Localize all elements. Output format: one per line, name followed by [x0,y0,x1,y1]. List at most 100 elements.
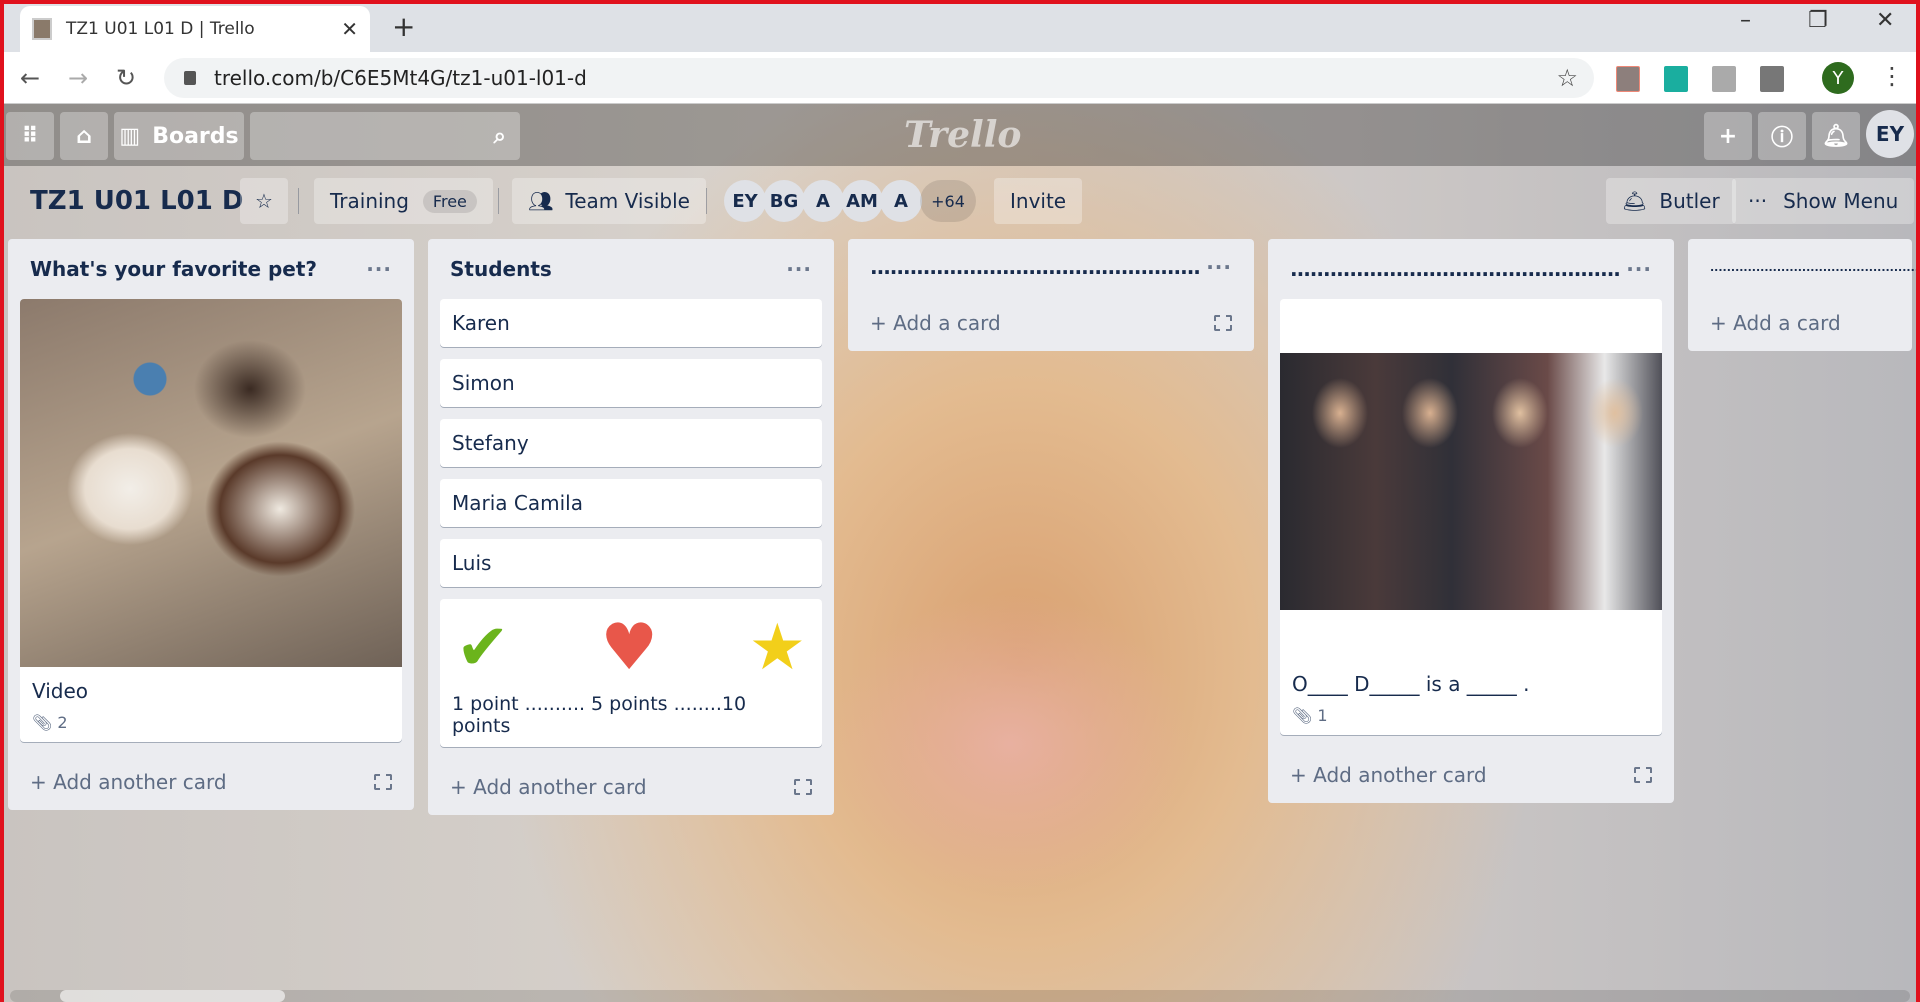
list-students: Students ··· Karen Simon Stefany Maria Ca… [428,239,834,815]
forward-icon[interactable]: → [68,64,88,92]
horizontal-scrollbar[interactable] [10,990,1910,1002]
member-avatar[interactable]: A [880,180,922,222]
member-avatar[interactable]: A [802,180,844,222]
add-card-button[interactable]: + Add another card [1268,747,1674,803]
address-bar-row: ← → ↻ trello.com/b/C6E5Mt4G/tz1-u01-l01-… [0,52,1920,104]
url-input[interactable]: trello.com/b/C6E5Mt4G/tz1-u01-l01-d ☆ [164,58,1594,98]
scrollbar-thumb[interactable] [60,990,285,1002]
card-student[interactable]: Karen [440,299,822,347]
member-avatar[interactable]: BG [763,180,805,222]
list-menu-icon[interactable]: ··· [366,257,392,281]
window-close-icon[interactable]: ✕ [1876,8,1894,33]
more-members-badge[interactable]: +64 [920,180,976,222]
add-card-label: Add another card [53,770,227,794]
paperclip-icon: 📎︎ [1292,706,1313,725]
create-icon[interactable]: + [1704,112,1752,160]
add-card-label: Add a card [1733,311,1841,335]
card-title: Video [32,679,89,703]
show-menu-button[interactable]: ··· Show Menu [1732,178,1915,224]
list-title[interactable]: ........................................… [1710,261,1919,274]
more-icon: ··· [1748,189,1768,213]
trello-logo[interactable]: Trello [904,114,1021,156]
list-title[interactable]: ........................................… [1290,257,1621,281]
visibility-button[interactable]: 👥︎ Team Visible [512,178,706,224]
plus-icon: + [30,770,47,794]
add-card-label: Add a card [893,311,1001,335]
team-label: Training [330,189,409,213]
star-icon: ☆ [255,189,273,213]
notifications-bell-icon[interactable]: 🔔︎ [1812,112,1860,160]
star-sticker-icon: ★ [748,611,806,685]
browser-menu-icon[interactable]: ⋮ [1880,62,1904,90]
card-student[interactable]: Simon [440,359,822,407]
butler-button[interactable]: 🛎︎ Butler [1606,178,1736,224]
card-template-icon[interactable] [1214,315,1232,331]
back-icon[interactable]: ← [20,64,40,92]
points-legend: 1 point .......... 5 points ........10 p… [452,693,747,737]
add-card-button[interactable]: + Add another card [428,759,834,815]
profile-avatar[interactable]: Y [1822,62,1854,94]
green-extension-icon[interactable] [1664,66,1688,92]
search-input[interactable]: ⌕ [250,112,520,160]
list-favorite-pet: What's your favorite pet? ··· Video 📎︎ 2 … [8,239,414,810]
list-title[interactable]: What's your favorite pet? [30,257,317,281]
add-card-button[interactable]: + Add another card [8,754,414,810]
free-badge: Free [422,189,477,213]
heart-sticker-icon: ♥ [600,611,658,685]
reload-icon[interactable]: ↻ [116,64,136,92]
list-menu-icon[interactable]: ··· [1206,255,1232,279]
minimize-icon[interactable]: – [1740,8,1751,33]
attachment-count: 1 [1317,706,1328,725]
user-avatar[interactable]: EY [1866,110,1914,158]
browser-tab[interactable]: TZ1 U01 L01 D | Trello ✕ [20,6,370,52]
band-photo-image [1280,353,1662,610]
card-student[interactable]: Luis [440,539,822,587]
paperclip-icon: 📎︎ [32,713,53,732]
puppies-image [20,299,402,667]
list-title[interactable]: ........................................… [870,255,1201,279]
card-template-icon[interactable] [1634,767,1652,783]
card-points-stickers[interactable]: ✔ ♥ ★ 1 point .......... 5 points ......… [440,599,822,747]
card-template-icon[interactable] [374,774,392,790]
facebook-extension-icon[interactable] [1760,66,1784,92]
member-avatar[interactable]: EY [724,180,766,222]
add-card-button[interactable]: + Add a card [848,295,1254,351]
board-title[interactable]: TZ1 U01 L01 D [30,186,243,216]
butler-bell-icon: 🛎︎ [1622,189,1648,213]
member-avatar[interactable]: AM [841,180,883,222]
card-student[interactable]: Stefany [440,419,822,467]
close-tab-icon[interactable]: ✕ [341,17,358,41]
attachment-count: 2 [57,713,68,732]
checkmark-sticker-icon: ✔ [456,611,510,685]
add-card-label: Add another card [473,775,647,799]
card-student[interactable]: Maria Camila [440,479,822,527]
list-menu-icon[interactable]: ··· [1626,257,1652,281]
list-menu-icon[interactable]: ··· [786,257,812,281]
home-icon[interactable]: ⌂ [60,112,108,160]
divider [498,188,499,214]
card-video[interactable]: Video 📎︎ 2 [20,299,402,742]
team-button[interactable]: Training Free [314,178,493,224]
bookmark-star-icon[interactable]: ☆ [1556,64,1578,92]
boards-icon: ▥ [119,123,141,149]
search-icon: ⌕ [493,123,506,149]
list-title[interactable]: Students [450,257,552,281]
info-icon[interactable]: ⓘ [1758,112,1806,160]
star-board-button[interactable]: ☆ [240,178,288,224]
teams-extension-icon[interactable] [1712,66,1736,92]
list-untitled: ........................................… [1688,239,1919,351]
team-visible-icon: 👥︎ [528,189,554,213]
plus-icon: + [870,311,887,335]
invite-button[interactable]: Invite [994,178,1083,224]
boards-button[interactable]: ▥ Boards [114,112,244,160]
card-template-icon[interactable] [794,779,812,795]
acrobat-extension-icon[interactable] [1616,66,1640,92]
card-one-direction[interactable]: O____ D_____ is a _____ . 📎︎ 1 [1280,299,1662,735]
restore-icon[interactable]: ❐ [1808,8,1828,33]
new-tab-icon[interactable]: + [392,10,415,43]
plus-icon: + [1290,763,1307,787]
tab-title: TZ1 U01 L01 D | Trello [66,19,255,39]
apps-icon[interactable]: ⠿ [6,112,54,160]
add-card-button[interactable]: + Add a card [1688,295,1912,351]
list-untitled: ........................................… [1268,239,1674,803]
